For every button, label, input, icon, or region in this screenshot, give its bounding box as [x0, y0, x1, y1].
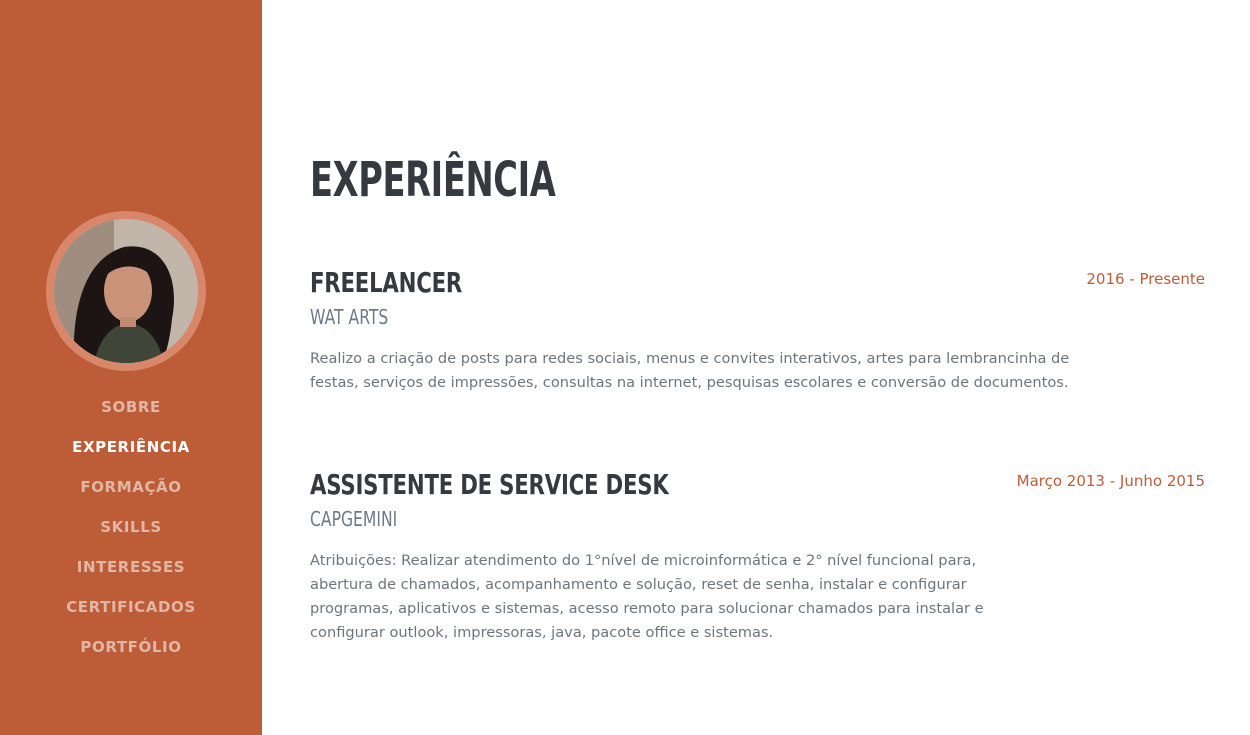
job-title: ASSISTENTE DE SERVICE DESK [310, 468, 669, 501]
nav-item-certificados[interactable]: CERTIFICADOS [0, 587, 262, 627]
nav-item-portfolio[interactable]: PORTFÓLIO [0, 627, 262, 667]
sidebar-nav: SOBRE EXPERIÊNCIA FORMAÇÃO SKILLS INTERE… [0, 387, 262, 667]
avatar-ring [46, 211, 206, 371]
job-description: Atribuições: Realizar atendimento do 1°n… [310, 552, 984, 641]
job-description: Realizo a criação de posts para redes so… [310, 350, 1070, 391]
job-entry: ASSISTENTE DE SERVICE DESK CAPGEMINI Mar… [310, 468, 1205, 645]
job-entry: FREELANCER WAT ARTS 2016 - Presente Real… [310, 266, 1205, 395]
avatar[interactable] [54, 219, 198, 363]
job-date: Março 2013 - Junho 2015 [1016, 472, 1205, 490]
nav-item-experiencia[interactable]: EXPERIÊNCIA [0, 427, 262, 467]
profile-photo-icon [54, 219, 198, 363]
sidebar: SOBRE EXPERIÊNCIA FORMAÇÃO SKILLS INTERE… [0, 0, 262, 735]
section-title: EXPERIÊNCIA [310, 152, 556, 208]
nav-item-interesses[interactable]: INTERESSES [0, 547, 262, 587]
nav-item-skills[interactable]: SKILLS [0, 507, 262, 547]
nav-item-sobre[interactable]: SOBRE [0, 387, 262, 427]
job-title: FREELANCER [310, 266, 463, 299]
job-company: CAPGEMINI [310, 507, 398, 531]
main-content: EXPERIÊNCIA FREELANCER WAT ARTS 2016 - P… [310, 0, 1210, 735]
job-company: WAT ARTS [310, 305, 389, 329]
nav-item-formacao[interactable]: FORMAÇÃO [0, 467, 262, 507]
job-date: 2016 - Presente [1086, 270, 1205, 288]
